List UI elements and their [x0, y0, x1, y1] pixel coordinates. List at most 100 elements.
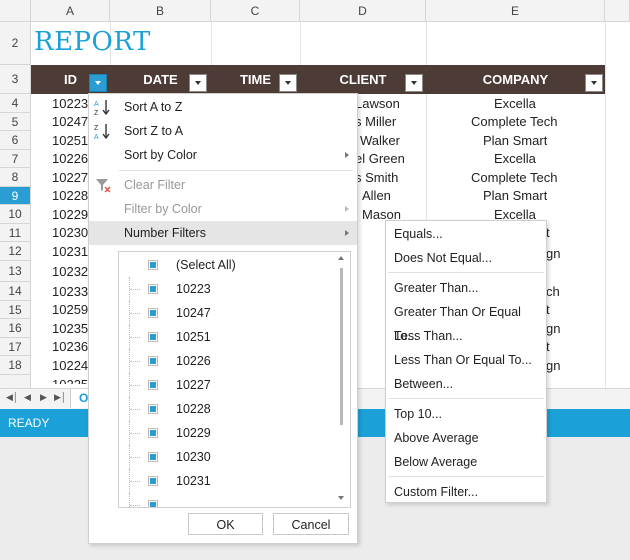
column-header-a[interactable]: A [31, 0, 110, 22]
select-all-corner[interactable] [0, 0, 31, 22]
column-header-d[interactable]: D [300, 0, 426, 22]
row-header[interactable]: 6 [0, 131, 31, 150]
number-filters-item[interactable]: Number Filters [89, 221, 357, 245]
row-header[interactable]: 11 [0, 224, 31, 242]
id-filter-dropdown-button[interactable] [89, 74, 107, 92]
greater-than-or-equal-item[interactable]: Greater Than Or Equal To... [386, 300, 546, 343]
next-sheet-icon[interactable]: ▶ [40, 392, 47, 403]
row-header[interactable]: 15 [0, 301, 31, 319]
company-cell[interactable]: Excella [494, 150, 536, 168]
row-header[interactable]: 13 [0, 261, 31, 282]
value-checkbox[interactable] [148, 476, 158, 486]
company-cell[interactable]: Excella [494, 95, 536, 113]
company-cell[interactable]: Plan Smart [483, 187, 547, 205]
list-item[interactable]: 10230 [119, 445, 329, 469]
first-sheet-icon[interactable]: ◀│ [6, 392, 19, 403]
date-filter-dropdown-button[interactable] [189, 74, 207, 92]
previous-sheet-icon[interactable]: ◀ [24, 392, 31, 403]
id-cell[interactable]: 10228 [52, 187, 88, 205]
client-cell[interactable]: s Smith [355, 169, 398, 187]
list-item[interactable]: 10228 [119, 397, 329, 421]
column-header-c[interactable]: C [211, 0, 300, 22]
less-than-or-equal-item[interactable]: Less Than Or Equal To... [386, 348, 546, 372]
column-header-f[interactable] [605, 0, 630, 22]
row-header-selected[interactable]: 9 [0, 187, 31, 205]
client-filter-dropdown-button[interactable] [405, 74, 423, 92]
sort-by-color-item[interactable]: Sort by Color [89, 143, 357, 167]
company-cell[interactable]: gn [546, 245, 560, 263]
id-cell[interactable]: 10227 [52, 169, 88, 187]
row-header[interactable]: 18 [0, 356, 31, 375]
value-checkbox[interactable] [148, 308, 158, 318]
filter-values-list[interactable]: (Select All) 10223 10247 10251 10226 102… [118, 251, 351, 508]
list-item[interactable]: 10251 [119, 325, 329, 349]
company-filter-dropdown-button[interactable] [585, 74, 603, 92]
company-cell[interactable]: gn [546, 357, 560, 375]
row-header[interactable]: 16 [0, 319, 31, 338]
cancel-button[interactable]: Cancel [273, 513, 349, 535]
row-header[interactable]: 7 [0, 150, 31, 168]
scrollbar-thumb[interactable] [340, 268, 343, 425]
id-cell[interactable]: 10224 [52, 357, 88, 375]
ok-button[interactable]: OK [188, 513, 263, 535]
row-header[interactable]: 5 [0, 113, 31, 131]
above-average-item[interactable]: Above Average [386, 426, 546, 450]
value-checkbox[interactable] [148, 404, 158, 414]
below-average-item[interactable]: Below Average [386, 450, 546, 474]
select-all-checkbox[interactable] [148, 260, 158, 270]
row-header[interactable]: 14 [0, 282, 31, 301]
client-cell[interactable]: Walker [360, 132, 400, 150]
id-cell[interactable]: 10232 [52, 263, 88, 281]
value-checkbox[interactable] [148, 500, 158, 507]
column-header-e[interactable]: E [426, 0, 605, 22]
id-cell[interactable]: 10235 [52, 320, 88, 338]
id-cell[interactable]: 10236 [52, 338, 88, 356]
custom-filter-item[interactable]: Custom Filter... [386, 480, 546, 504]
id-cell[interactable]: 10225 [52, 376, 88, 384]
row-header[interactable]: 12 [0, 242, 31, 261]
id-cell[interactable]: 10229 [52, 206, 88, 224]
scroll-down-icon[interactable] [338, 496, 344, 500]
id-cell[interactable]: 10247 [52, 113, 88, 131]
list-item[interactable]: 10223 [119, 277, 329, 301]
row-header[interactable]: 3 [0, 65, 31, 94]
select-all-item[interactable]: (Select All) [119, 253, 329, 277]
client-cell[interactable]: Lawson [355, 95, 400, 113]
company-cell[interactable]: Complete Tech [471, 113, 557, 131]
list-item[interactable]: 10231 [119, 469, 329, 493]
id-cell[interactable]: 10231 [52, 243, 88, 261]
less-than-item[interactable]: Less Than... [386, 324, 546, 348]
column-header-b[interactable]: B [110, 0, 211, 22]
row-header[interactable]: 17 [0, 338, 31, 356]
greater-than-item[interactable]: Greater Than... [386, 276, 546, 300]
filter-by-color-item[interactable]: Filter by Color [89, 197, 357, 221]
company-cell[interactable]: Plan Smart [483, 132, 547, 150]
client-cell[interactable]: el Green [355, 150, 405, 168]
client-cell[interactable]: Allen [362, 187, 391, 205]
id-cell[interactable]: 10226 [52, 150, 88, 168]
sort-z-to-a-item[interactable]: Z A Sort Z to A [89, 119, 357, 143]
list-item[interactable]: 10229 [119, 421, 329, 445]
company-cell[interactable]: gn [546, 320, 560, 338]
id-cell[interactable]: 10259 [52, 301, 88, 319]
time-filter-dropdown-button[interactable] [279, 74, 297, 92]
last-sheet-icon[interactable]: ▶│ [54, 392, 67, 403]
value-checkbox[interactable] [148, 332, 158, 342]
scroll-up-icon[interactable] [338, 256, 344, 260]
id-cell[interactable]: 10233 [52, 283, 88, 301]
list-item[interactable]: 10247 [119, 301, 329, 325]
client-cell[interactable]: s Miller [355, 113, 396, 131]
list-item[interactable]: 10227 [119, 373, 329, 397]
row-header[interactable]: 2 [0, 22, 31, 65]
top-10-item[interactable]: Top 10... [386, 402, 546, 426]
equals-item[interactable]: Equals... [386, 222, 546, 246]
value-checkbox[interactable] [148, 428, 158, 438]
list-scrollbar[interactable] [332, 252, 350, 507]
clear-filter-item[interactable]: Clear Filter [89, 173, 357, 197]
id-cell[interactable]: 10230 [52, 224, 88, 242]
sort-a-to-z-item[interactable]: A Z Sort A to Z [89, 95, 357, 119]
value-checkbox[interactable] [148, 284, 158, 294]
row-header[interactable]: 4 [0, 94, 31, 113]
id-cell[interactable]: 10251 [52, 132, 88, 150]
list-item[interactable] [119, 493, 329, 507]
